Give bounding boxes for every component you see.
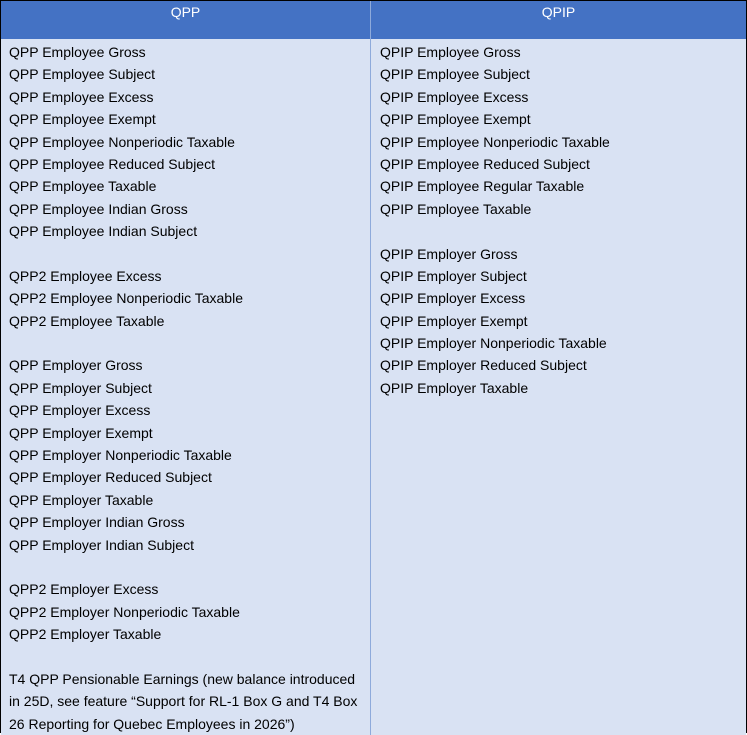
qpp-balance-item: QPP Employer Reduced Subject [9, 469, 212, 486]
qpip-balance-item: QPIP Employer Taxable [380, 379, 529, 396]
qpip-balance-item: QPIP Employee Gross [380, 44, 521, 60]
qpip-balance-item: QPIP Employer Reduced Subject [380, 357, 587, 374]
qpip-balance-item: QPIP Employee Regular Taxable [380, 178, 585, 195]
qpp-balance-item: QPP Employer Subject [9, 379, 152, 396]
qpp-balance-item: QPP Employer Indian Gross [9, 514, 185, 531]
qpp-balance-item: QPP Employer Excess [9, 402, 151, 419]
qpp-balance-item: QPP Employee Reduced Subject [9, 155, 215, 172]
qpp-balance-item: QPP Employee Taxable [9, 178, 157, 195]
qpip-balance-item: QPIP Employer Excess [380, 290, 526, 307]
balances-table: QPP QPIP QPP Employee Gross QPP Employee … [0, 0, 747, 735]
qpip-balance-item: QPIP Employee Subject [380, 66, 530, 83]
qpp-balance-item: QPP Employee Indian Gross [9, 200, 188, 217]
qpp-balance-item: QPP Employer Gross [9, 357, 143, 374]
qpp-pensionable-earnings-note: T4 QPP Pensionable Earnings (new balance… [9, 670, 358, 732]
qpp-balance-spacer [9, 243, 370, 265]
qpip-balance-item: QPIP Employer Exempt [380, 312, 528, 329]
qpp-balance-item: QPP Employer Taxable [9, 491, 154, 508]
qpp-balance-item: QPP Employer Nonperiodic Taxable [9, 447, 232, 464]
qpp-balance-list: QPP Employee Gross QPP Employee Subject QP… [9, 41, 370, 668]
qpp-balance-item: QPP2 Employer Taxable [9, 626, 162, 643]
qpip-balance-item: QPIP Employer Gross [380, 245, 518, 262]
qpip-balance-item: QPIP Employer Subject [380, 267, 527, 284]
qpp-balance-item: QPP Employee Exempt [9, 111, 156, 128]
table-header-row: QPP QPIP [1, 1, 746, 39]
qpp-balance-item: QPP Employee Nonperiodic Taxable [9, 133, 235, 150]
qpip-balance-list: QPIP Employee Gross QPIP Employee Subject… [380, 41, 746, 399]
qpp-balance-spacer [9, 646, 370, 668]
qpip-balance-item: QPIP Employee Taxable [380, 200, 532, 217]
qpip-column: QPIP Employee Gross QPIP Employee Subject… [371, 39, 746, 735]
qpp-balance-spacer [9, 332, 370, 354]
qpp-balance-item: QPP Employee Subject [9, 66, 156, 83]
qpip-balance-item: QPIP Employer Nonperiodic Taxable [380, 335, 607, 352]
qpip-column-header: QPIP [541, 4, 576, 20]
qpp-balance-item: QPP2 Employee Excess [9, 267, 162, 284]
qpp-balance-item: QPP Employer Exempt [9, 424, 153, 441]
qpp-column: QPP Employee Gross QPP Employee Subject QP… [1, 39, 371, 735]
qpip-balance-item: QPIP Employee Reduced Subject [380, 155, 590, 172]
qpp-balance-spacer [9, 556, 370, 578]
qpip-balance-item: QPIP Employee Excess [380, 88, 529, 105]
qpp-balance-item: QPP2 Employer Excess [9, 581, 159, 598]
qpp-balance-item: QPP Employee Excess [9, 88, 154, 105]
table-body-row: QPP Employee Gross QPP Employee Subject QP… [1, 39, 746, 735]
qpp-balance-item: QPP2 Employee Taxable [9, 312, 165, 329]
qpip-balance-spacer [380, 220, 746, 242]
qpp-balance-item: QPP Employer Indian Subject [9, 536, 194, 553]
qpip-balance-item: QPIP Employee Nonperiodic Taxable [380, 133, 610, 150]
qpp-balance-item: QPP Employee Indian Subject [9, 223, 198, 240]
qpp-column-header: QPP [1, 1, 371, 39]
qpip-balance-item: QPIP Employee Exempt [380, 111, 531, 128]
qpp-balance-item: QPP2 Employee Nonperiodic Taxable [9, 290, 243, 307]
qpp-balance-item: QPP Employee Gross [9, 44, 146, 60]
qpp-balance-item: QPP2 Employer Nonperiodic Taxable [9, 603, 240, 620]
